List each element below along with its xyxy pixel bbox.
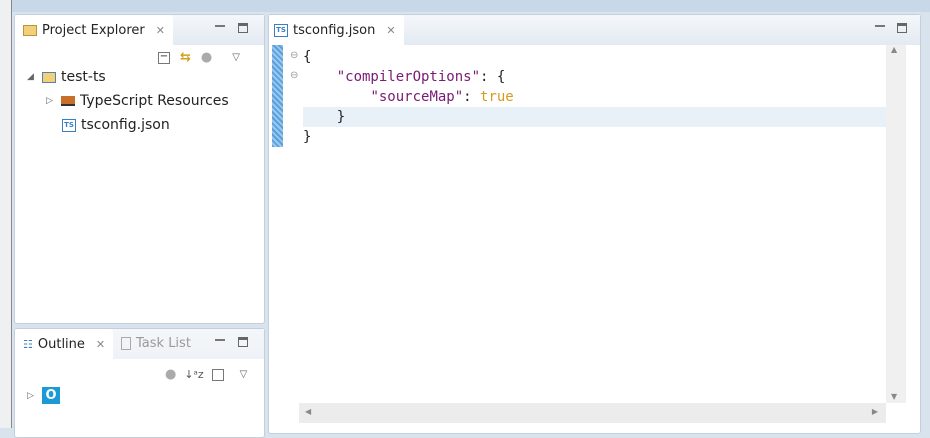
code-line: "compilerOptions": { (303, 67, 506, 87)
code-token: true (480, 89, 514, 105)
code-line: { (303, 47, 311, 67)
minimize-button[interactable] (875, 25, 885, 27)
collapsed-arrow-icon[interactable]: ▷ (46, 96, 56, 106)
editor-panel: TS tsconfig.json ✕ ⊖ ⊖ { "compilerOption… (268, 14, 921, 434)
sort-icon[interactable]: ↓ᵃz (184, 368, 203, 381)
tree-item-tsconfig[interactable]: TS tsconfig.json (62, 117, 170, 133)
code-token: } (303, 129, 312, 145)
ts-file-icon: TS (274, 23, 288, 37)
tree-item-test-ts[interactable]: ◢ test-ts (27, 69, 106, 85)
scroll-left-icon[interactable]: ◀ (305, 407, 311, 416)
close-icon[interactable]: ✕ (156, 24, 165, 37)
tab-project-explorer[interactable]: Project Explorer ✕ (15, 15, 173, 45)
view-menu-icon[interactable]: ▽ (240, 369, 248, 380)
outline-item[interactable]: ▷ O (27, 387, 60, 404)
hide-fields-icon[interactable]: ● (165, 367, 176, 382)
tree-item-typescript-resources[interactable]: ▷ TypeScript Resources (46, 93, 229, 109)
close-icon[interactable]: ✕ (96, 338, 105, 351)
project-folder-icon (42, 71, 56, 83)
minimize-button[interactable] (215, 25, 225, 27)
maximize-button[interactable] (897, 23, 907, 33)
collapse-all-icon[interactable] (211, 368, 224, 381)
code-token: : { (480, 69, 506, 85)
background-window-edge (0, 0, 12, 428)
task-list-icon (121, 337, 131, 350)
code-token: { (303, 49, 312, 65)
code-token: : (463, 89, 481, 105)
outline-tabbar: ☷ Outline ✕ Task List (15, 329, 264, 359)
project-explorer-tabbar: Project Explorer ✕ (15, 15, 264, 45)
view-menu-icon[interactable]: ▽ (232, 52, 240, 63)
tab-label: Project Explorer (42, 22, 145, 38)
link-with-editor-icon[interactable]: ⇆ (180, 50, 191, 65)
collapse-all-icon[interactable]: − (158, 51, 170, 64)
library-icon (61, 96, 75, 106)
fold-icon[interactable]: ⊖ (290, 50, 298, 61)
main-toolbar (0, 0, 930, 12)
collapsed-arrow-icon[interactable]: ▷ (27, 391, 37, 401)
object-icon: O (42, 387, 60, 404)
change-ruler (272, 45, 283, 147)
vertical-scrollbar[interactable]: ▲ ▼ (886, 45, 906, 403)
maximize-button[interactable] (238, 337, 248, 347)
close-icon[interactable]: ✕ (386, 24, 395, 37)
code-token: "sourceMap" (370, 89, 464, 105)
current-line-highlight (303, 107, 886, 127)
horizontal-scrollbar[interactable]: ◀ ▶ (299, 403, 886, 423)
ts-file-icon: TS (62, 118, 76, 132)
outline-panel: ☷ Outline ✕ Task List ● ↓ᵃz ▽ ▷ O (14, 328, 265, 438)
tab-task-list[interactable]: Task List (121, 336, 191, 351)
maximize-button[interactable] (238, 23, 248, 33)
scroll-up-icon[interactable]: ▲ (891, 45, 897, 54)
editor-tabbar: TS tsconfig.json ✕ (269, 15, 920, 45)
fold-icon[interactable]: ⊖ (290, 70, 298, 81)
code-token: "compilerOptions" (336, 69, 481, 85)
expanded-arrow-icon[interactable]: ◢ (27, 72, 37, 82)
outline-icon: ☷ (23, 337, 33, 351)
code-line: "sourceMap": true (303, 87, 514, 107)
code-line: } (303, 127, 311, 147)
project-explorer-panel: Project Explorer ✕ − ⇆ ● ▽ ◢ test-ts ▷ T… (14, 14, 265, 324)
scroll-right-icon[interactable]: ▶ (872, 407, 878, 416)
tab-tsconfig[interactable]: TS tsconfig.json ✕ (269, 15, 404, 45)
minimize-button[interactable] (215, 339, 225, 341)
scroll-down-icon[interactable]: ▼ (891, 392, 897, 401)
folder-icon (23, 24, 37, 36)
tab-outline[interactable]: ☷ Outline ✕ (15, 329, 114, 359)
filter-icon[interactable]: ● (201, 50, 212, 65)
code-token: } (303, 109, 346, 125)
code-line: } (303, 107, 345, 127)
